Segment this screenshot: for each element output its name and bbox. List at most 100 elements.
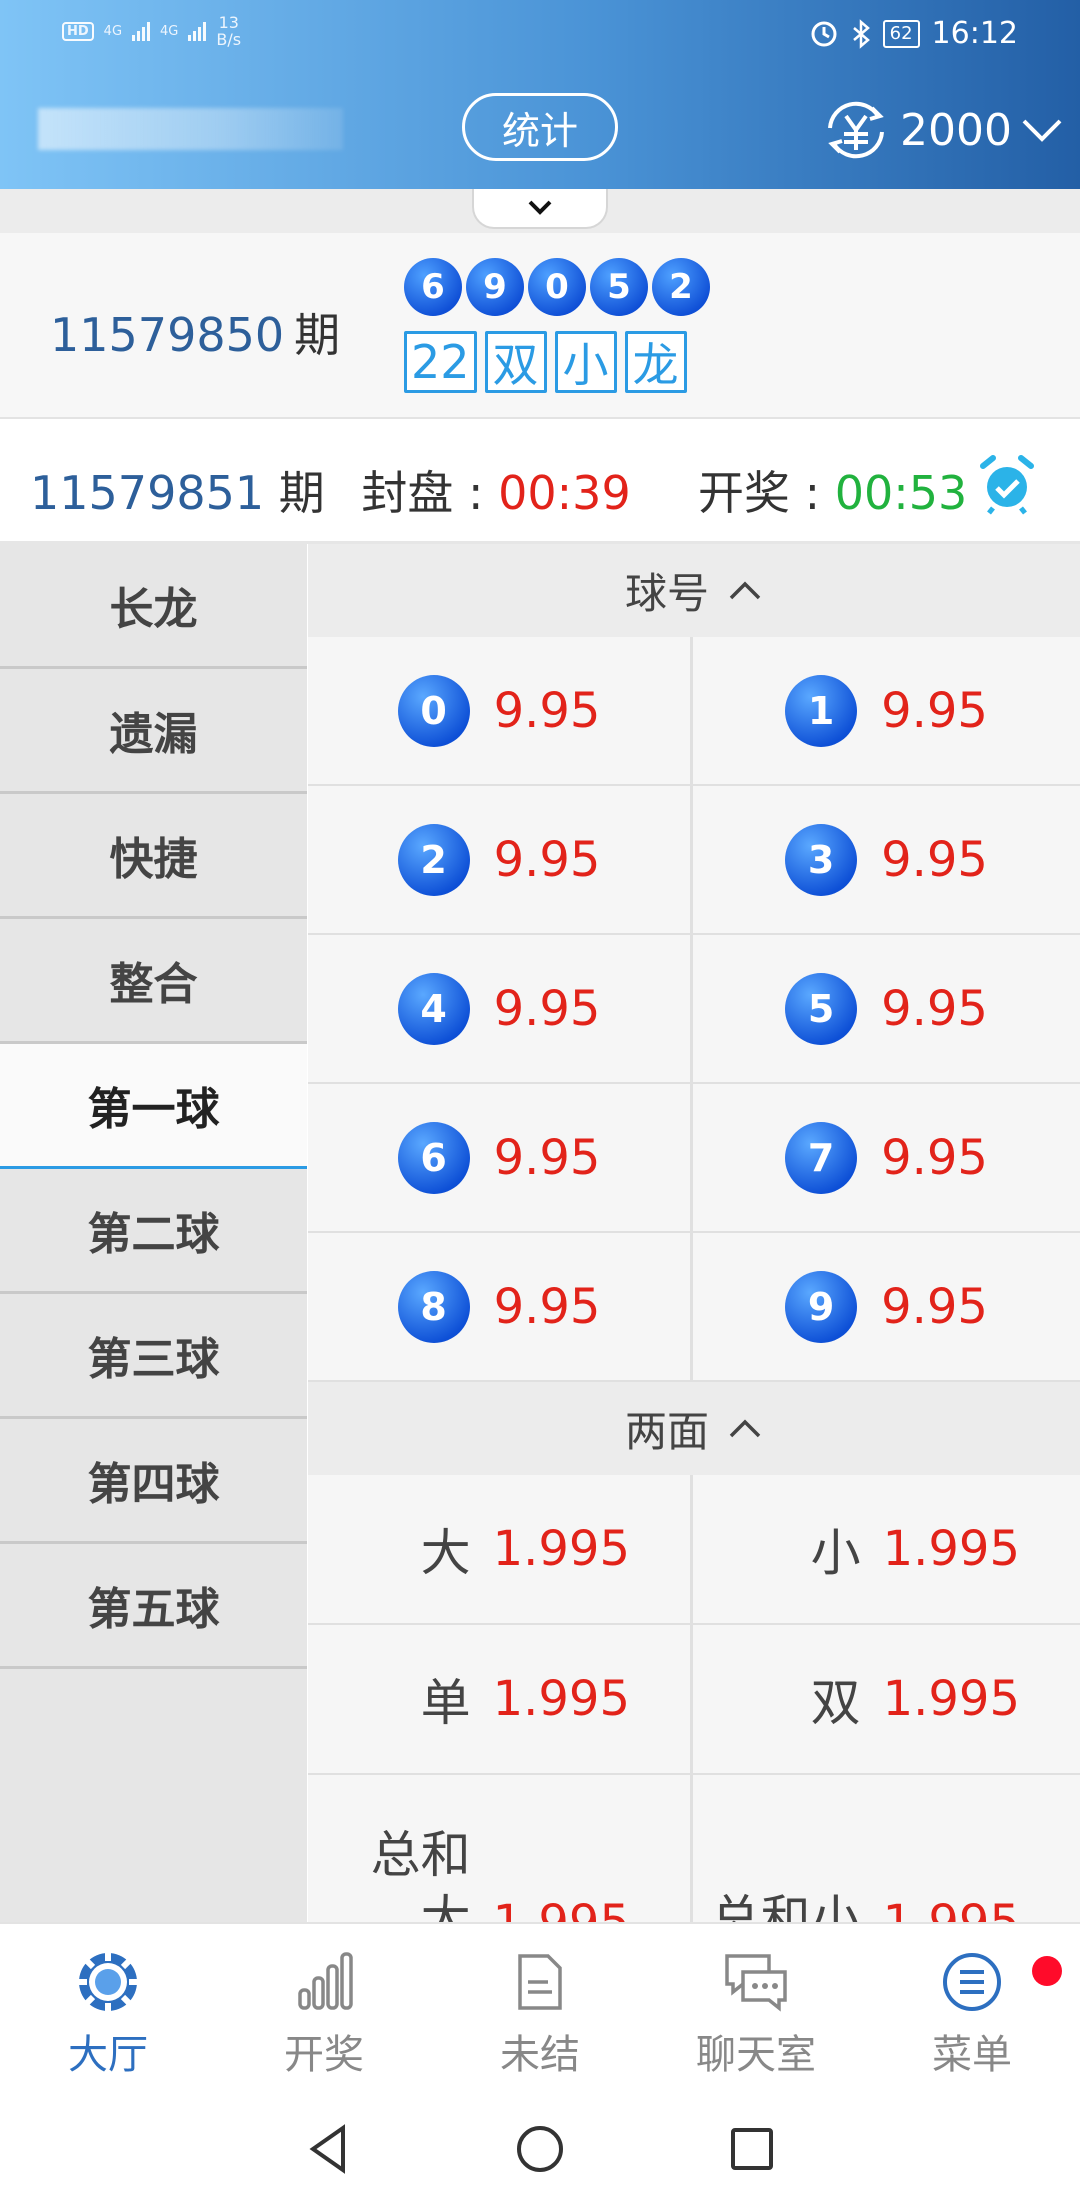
- result-tag: 龙: [624, 331, 687, 393]
- app-header: HD 4G 4G 13 B/s 62 16:12 统计 2000: [0, 0, 1080, 189]
- hd-indicator: HD: [62, 21, 94, 41]
- number-ball: 4: [397, 972, 470, 1045]
- lobby-chip-icon: [79, 1953, 137, 2011]
- section-header-two-sides[interactable]: 两面: [308, 1382, 1080, 1475]
- sidebar-item[interactable]: 遗漏: [0, 669, 307, 794]
- odds-value: 9.95: [881, 980, 988, 1037]
- chevron-up-icon: [729, 581, 761, 599]
- odds-value: 9.95: [493, 682, 601, 739]
- result-tag: 双: [484, 331, 547, 393]
- net-speed: 13 B/s: [216, 14, 241, 48]
- ball-bet-cell[interactable]: 4 9.95: [308, 935, 692, 1084]
- current-issue-number: 11579851: [30, 466, 265, 520]
- signal-icon-2: [188, 21, 207, 41]
- alarm-status-icon: [811, 21, 837, 46]
- previous-draw-panel: 11579850 期 69052 22 双小龙: [0, 233, 1080, 419]
- expand-handle[interactable]: [472, 189, 608, 229]
- issue-suffix: 期: [294, 308, 341, 362]
- result-ball: 0: [528, 258, 586, 316]
- odds-value: 1.995: [882, 1521, 1020, 1577]
- two-sides-bet-cell[interactable]: 单 1.995: [308, 1625, 692, 1775]
- two-sides-bet-cell[interactable]: 小 1.995: [692, 1475, 1080, 1625]
- ball-bet-cell[interactable]: 9 9.95: [692, 1233, 1080, 1382]
- nav-label: 聊天室: [696, 2032, 816, 2078]
- net-label-1: 4G: [103, 23, 123, 39]
- notification-badge: [1032, 1956, 1062, 1986]
- ball-bet-cell[interactable]: 0 9.95: [308, 637, 692, 786]
- status-bar-left: HD 4G 4G 13 B/s: [62, 14, 241, 48]
- chat-bubble-icon: [725, 1954, 787, 2012]
- alarm-clock-icon[interactable]: [975, 452, 1039, 516]
- sidebar-item[interactable]: 第二球: [0, 1169, 307, 1294]
- ball-number-grid: 0 9.95 1 9.95 2 9.95 3 9.95 4 9.95 5 9.95 6 9.95 7 9.95…: [308, 637, 1080, 1382]
- previous-issue: 11579850 期: [50, 299, 340, 365]
- ball-bet-cell[interactable]: 8 9.95: [308, 1233, 692, 1382]
- sidebar-item[interactable]: 整合: [0, 919, 307, 1044]
- section-header-ball-numbers[interactable]: 球号: [308, 544, 1080, 637]
- ball-bet-cell[interactable]: 3 9.95: [692, 786, 1080, 935]
- nav-label: 菜单: [932, 2032, 1012, 2078]
- bluetooth-icon: [852, 18, 870, 49]
- odds-value: 1.995: [493, 1895, 630, 1922]
- stats-button[interactable]: 统计: [462, 93, 618, 161]
- sidebar-item[interactable]: 第一球: [0, 1044, 307, 1169]
- bet-label: 总和小: [710, 1890, 861, 1922]
- signal-icon: [132, 21, 151, 41]
- nav-menu[interactable]: 菜单: [864, 1924, 1080, 2094]
- sidebar-item[interactable]: 第五球: [0, 1544, 307, 1669]
- sidebar-item[interactable]: 第三球: [0, 1294, 307, 1419]
- chevron-down-icon: [528, 200, 552, 215]
- balance-selector[interactable]: 2000: [820, 95, 1064, 165]
- two-sides-bet-cell[interactable]: 总和大 1.995: [308, 1775, 692, 1922]
- open-line: 开奖 : 00:53: [698, 457, 967, 523]
- balance-amount: 2000: [900, 104, 1012, 156]
- nav-lobby[interactable]: 大厅: [0, 1924, 216, 2094]
- ball-bet-cell[interactable]: 5 9.95: [692, 935, 1080, 1084]
- result-ball: 2: [652, 258, 710, 316]
- battery-icon: 62: [882, 19, 920, 48]
- odds-value: 9.95: [493, 980, 601, 1037]
- sidebar-item[interactable]: 第四球: [0, 1419, 307, 1544]
- odds-value: 9.95: [493, 831, 601, 888]
- document-icon: [518, 1954, 562, 2010]
- two-sides-bet-cell[interactable]: 双 1.995: [692, 1625, 1080, 1775]
- bet-label: 大: [420, 1524, 471, 1582]
- ball-bet-cell[interactable]: 6 9.95: [308, 1084, 692, 1233]
- odds-value: 1.995: [882, 1671, 1020, 1727]
- ball-bet-cell[interactable]: 1 9.95: [692, 637, 1080, 786]
- clock: 16:12: [931, 16, 1018, 51]
- result-tags: 22 双小龙: [404, 331, 687, 393]
- result-ball: 5: [590, 258, 648, 316]
- nav-results[interactable]: 开奖: [216, 1924, 432, 2094]
- net-label-2: 4G: [160, 23, 179, 39]
- sidebar-item[interactable]: 快捷: [0, 794, 307, 919]
- odds-value: 1.995: [492, 1521, 630, 1577]
- number-ball: 5: [785, 972, 858, 1045]
- nav-chatroom[interactable]: 聊天室: [648, 1924, 864, 2094]
- home-icon[interactable]: [513, 2122, 567, 2176]
- odds-value: 9.95: [493, 1278, 601, 1335]
- odds-value: 9.95: [881, 1129, 988, 1186]
- odds-value: 9.95: [493, 1129, 601, 1186]
- sidebar-item[interactable]: 长龙: [0, 544, 307, 669]
- two-sides-bet-cell[interactable]: 大 1.995: [308, 1475, 692, 1625]
- nav-pending[interactable]: 未结: [432, 1924, 648, 2094]
- number-ball: 7: [785, 1121, 858, 1194]
- bar-chart-icon: [298, 1952, 353, 2010]
- ball-bet-cell[interactable]: 2 9.95: [308, 786, 692, 935]
- number-ball: 9: [785, 1270, 858, 1343]
- nav-label: 大厅: [68, 2032, 148, 2078]
- current-draw-panel: 11579851 期 封盘 : 00:39 开奖 : 00:53: [0, 419, 1080, 544]
- status-bar-right: 62 16:12: [809, 16, 1018, 51]
- number-ball: 2: [397, 823, 470, 896]
- back-icon[interactable]: [303, 2122, 353, 2176]
- ball-bet-cell[interactable]: 7 9.95: [692, 1084, 1080, 1233]
- odds-value: 1.995: [492, 1671, 630, 1727]
- odds-value: 9.95: [881, 831, 988, 888]
- recents-icon[interactable]: [727, 2124, 777, 2174]
- blurred-username: [38, 108, 343, 150]
- result-ball: 9: [466, 258, 524, 316]
- bet-label: 总和大: [370, 1826, 471, 1922]
- two-sides-bet-cell[interactable]: 总和小 1.995: [692, 1775, 1080, 1922]
- number-ball: 8: [397, 1270, 470, 1343]
